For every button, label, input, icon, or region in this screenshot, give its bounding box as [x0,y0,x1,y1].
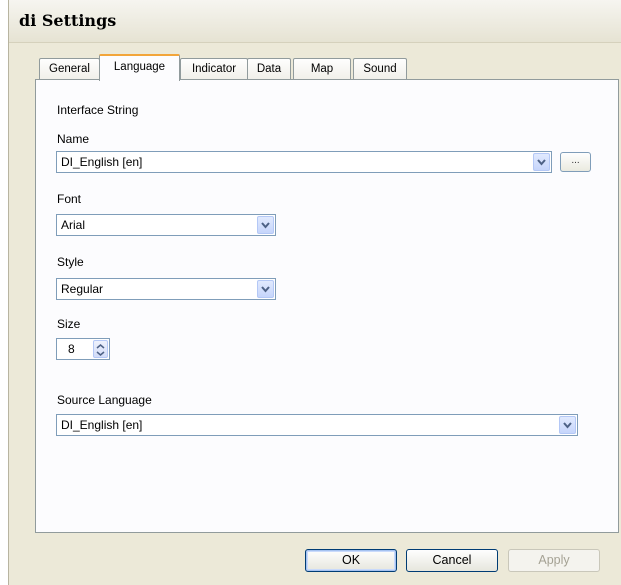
tab-language[interactable]: Language [99,54,180,81]
style-select-value: Regular [61,282,104,296]
spin-buttons[interactable] [93,340,108,358]
tab-sound[interactable]: Sound [353,58,407,79]
apply-button[interactable]: Apply [508,549,600,572]
style-select[interactable]: Regular [56,278,276,300]
size-value: 8 [68,342,75,356]
source-language-value: DI_English [en] [61,418,143,432]
style-label: Style [57,255,84,269]
interface-string-heading: Interface String [57,103,139,117]
settings-window: di Settings General Language Indicator D… [8,0,621,585]
spin-down-icon[interactable] [96,351,105,356]
size-stepper[interactable]: 8 [56,338,110,360]
spin-up-icon[interactable] [96,344,105,349]
tab-data[interactable]: Data [247,58,291,79]
chevron-down-icon[interactable] [257,280,274,298]
language-panel: Interface String Name DI_English [en] ..… [35,79,619,533]
font-select-value: Arial [61,218,86,232]
cancel-button[interactable]: Cancel [406,549,498,572]
title-bar: di Settings [9,0,621,43]
tab-general[interactable]: General [39,58,100,79]
source-language-label: Source Language [57,393,152,407]
name-select[interactable]: DI_English [en] [56,151,552,173]
tab-map[interactable]: Map [293,58,351,79]
source-language-select[interactable]: DI_English [en] [56,414,578,436]
name-select-value: DI_English [en] [61,155,143,169]
font-label: Font [57,192,82,206]
chevron-down-icon[interactable] [257,216,274,234]
size-label: Size [57,317,81,331]
browse-button[interactable]: ... [560,152,591,172]
window-title: di Settings [19,11,117,30]
chevron-down-icon[interactable] [559,416,576,434]
name-label: Name [57,132,90,146]
chevron-down-icon[interactable] [533,153,550,171]
font-select[interactable]: Arial [56,214,276,236]
ok-button[interactable]: OK [305,549,397,572]
tab-indicator[interactable]: Indicator [180,58,248,79]
